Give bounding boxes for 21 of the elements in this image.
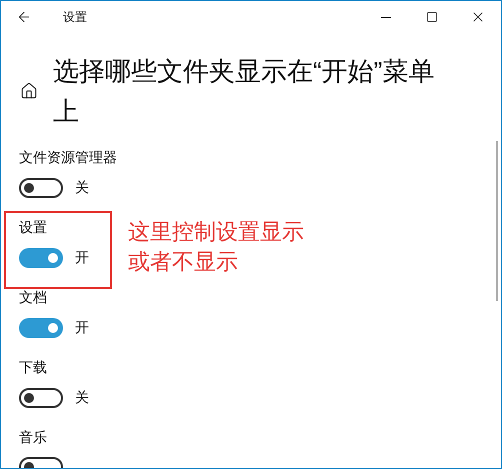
toggle-state: 关 [75, 388, 89, 407]
folder-label: 音乐 [19, 428, 48, 447]
toggle-switch[interactable] [19, 318, 63, 338]
folder-label: 下载 [19, 358, 48, 377]
page-heading: 选择哪些文件夹显示在“开始”菜单上 [53, 55, 436, 128]
toggle-state: 开 [75, 318, 89, 337]
annotation-text: 或者不显示 [128, 248, 239, 276]
window-title: 设置 [63, 9, 87, 26]
annotation-text: 这里控制设置显示 [128, 218, 304, 246]
folder-label: 设置 [19, 218, 48, 237]
toggle-state: 开 [75, 248, 89, 267]
toggle-switch[interactable] [19, 248, 63, 268]
home-icon[interactable] [20, 82, 38, 100]
folder-label: 文件资源管理器 [19, 148, 118, 167]
maximize-icon [426, 11, 438, 23]
toggle-switch[interactable] [19, 178, 63, 198]
minimize-icon [381, 16, 391, 18]
toggle-state: 关 [75, 178, 89, 197]
folder-label: 文档 [19, 288, 48, 307]
toggle-switch[interactable] [19, 388, 63, 408]
scrollbar[interactable] [496, 141, 498, 301]
